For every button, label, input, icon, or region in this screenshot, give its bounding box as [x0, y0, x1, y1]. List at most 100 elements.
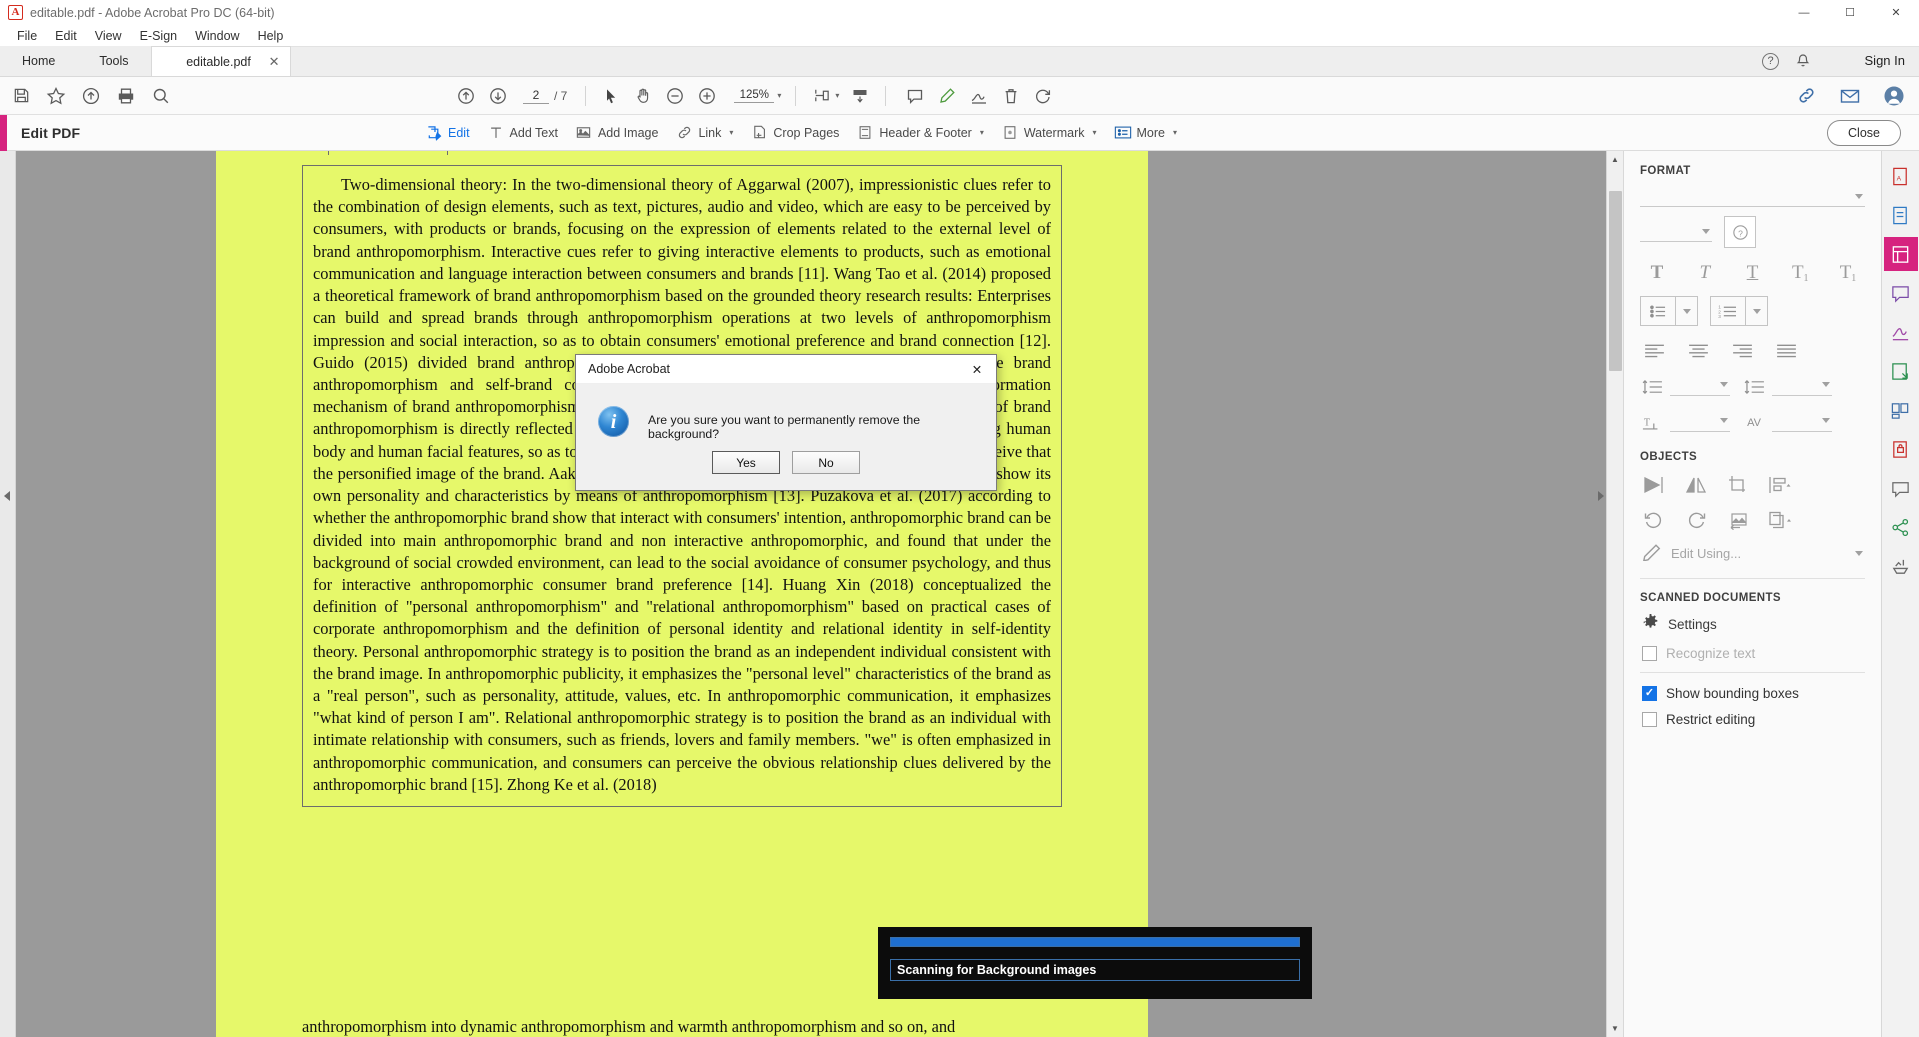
align-justify-icon[interactable] [1774, 338, 1798, 362]
crop-pages-button[interactable]: Crop Pages [750, 124, 839, 142]
expand-left-pane-icon[interactable] [4, 491, 10, 501]
subscript-icon[interactable]: T1 [1831, 258, 1865, 284]
crop-object-icon[interactable] [1726, 473, 1750, 497]
settings-item[interactable]: Settings [1642, 614, 1865, 634]
more-button[interactable]: More ▾ [1114, 124, 1177, 142]
menu-esign[interactable]: E-Sign [131, 27, 187, 45]
print-icon[interactable] [115, 85, 137, 107]
menu-file[interactable]: File [8, 27, 46, 45]
comment-rail-icon[interactable] [1884, 276, 1918, 310]
fit-page-control[interactable]: ▾ [810, 85, 839, 107]
chevron-down-icon-editusing[interactable] [1855, 551, 1863, 556]
edit-using-control[interactable]: Edit Using... [1642, 543, 1865, 564]
sign-in-button[interactable]: Sign In [1865, 53, 1905, 68]
font-size-select[interactable] [1640, 222, 1712, 242]
page-number-input[interactable] [523, 87, 549, 104]
trash-icon[interactable] [1000, 85, 1022, 107]
align-left-icon[interactable] [1642, 338, 1666, 362]
protect-icon[interactable] [1884, 432, 1918, 466]
paragraph-spacing-value[interactable] [1772, 378, 1832, 396]
flip-horizontal-icon[interactable] [1684, 473, 1708, 497]
chevron-down-icon[interactable]: ▾ [777, 91, 781, 100]
share-link-icon[interactable] [1795, 85, 1817, 107]
chevron-down-icon-wm[interactable]: ▾ [1093, 128, 1097, 137]
fill-sign-icon[interactable] [1884, 315, 1918, 349]
chevron-down-icon-more[interactable]: ▾ [1173, 128, 1177, 137]
add-image-button[interactable]: Add Image [575, 124, 658, 142]
comment-icon[interactable] [904, 85, 926, 107]
show-bounding-boxes-checkbox[interactable] [1642, 686, 1657, 701]
edit-pdf-rail-icon[interactable] [1883, 237, 1918, 271]
bullet-list-icon[interactable] [1641, 297, 1675, 325]
maximize-button[interactable]: ☐ [1827, 0, 1873, 25]
show-bounding-boxes-row[interactable]: Show bounding boxes [1642, 686, 1865, 701]
expand-right-pane-icon[interactable] [1598, 491, 1604, 501]
more-tools-icon[interactable] [1884, 549, 1918, 583]
watermark-button[interactable]: Watermark ▾ [1001, 124, 1097, 142]
header-footer-button[interactable]: Header & Footer ▾ [856, 124, 984, 142]
restrict-editing-row[interactable]: Restrict editing [1642, 712, 1865, 727]
chevron-down-icon-charspacing[interactable] [1720, 418, 1728, 423]
hand-tool-icon[interactable] [632, 85, 654, 107]
minimize-button[interactable]: — [1781, 0, 1827, 25]
character-spacing-value[interactable] [1670, 414, 1730, 432]
scroll-up-icon[interactable]: ▲ [1607, 151, 1623, 168]
align-objects-icon[interactable] [1768, 473, 1792, 497]
account-icon[interactable] [1883, 85, 1905, 107]
chevron-down-icon-size[interactable] [1702, 229, 1710, 234]
align-right-icon[interactable] [1730, 338, 1754, 362]
document-scrollbar[interactable]: ▲ ▼ [1606, 151, 1623, 1037]
document-pane[interactable]: Two-dimensional theory: In the two-dimen… [16, 151, 1623, 1037]
chevron-down-icon-wordspacing[interactable] [1822, 418, 1830, 423]
zoom-out-icon[interactable] [664, 85, 686, 107]
tab-document[interactable]: editable.pdf ✕ [150, 46, 291, 76]
export-pdf-icon[interactable]: A [1884, 159, 1918, 193]
save-icon[interactable] [10, 85, 32, 107]
star-icon[interactable] [45, 85, 67, 107]
fit-page-icon[interactable] [810, 85, 832, 107]
envelope-icon[interactable] [1839, 85, 1861, 107]
menu-view[interactable]: View [86, 27, 131, 45]
share-rail-icon[interactable] [1884, 510, 1918, 544]
page-down-icon[interactable] [487, 85, 509, 107]
bell-icon[interactable] [1795, 53, 1811, 73]
chevron-down-icon-hf[interactable]: ▾ [980, 128, 984, 137]
bullet-list-group[interactable] [1640, 296, 1698, 326]
rotate-icon[interactable] [1032, 85, 1054, 107]
word-spacing-value[interactable] [1772, 414, 1832, 432]
confirm-dialog[interactable]: Adobe Acrobat ✕ i Are you sure you want … [575, 354, 997, 491]
close-window-button[interactable]: ✕ [1873, 0, 1919, 25]
add-text-button[interactable]: Add Text [487, 124, 558, 142]
chevron-down-icon-bullets[interactable] [1675, 297, 1697, 325]
underline-icon[interactable]: T [1736, 258, 1770, 284]
highlight-pen-icon[interactable] [936, 85, 958, 107]
rotate-ccw-icon[interactable] [1642, 508, 1666, 532]
close-icon[interactable]: ✕ [958, 355, 996, 384]
numbered-list-group[interactable]: 1 2 3 [1710, 296, 1768, 326]
superscript-icon[interactable]: T1 [1783, 258, 1817, 284]
page-up-icon[interactable] [455, 85, 477, 107]
scrollbar-thumb[interactable] [1609, 191, 1622, 371]
send-review-icon[interactable] [1884, 354, 1918, 388]
word-spacing-icon[interactable]: AV [1742, 411, 1766, 435]
tab-home[interactable]: Home [0, 46, 78, 76]
menu-edit[interactable]: Edit [46, 27, 86, 45]
replace-image-icon[interactable] [1726, 508, 1750, 532]
no-button[interactable]: No [792, 451, 860, 474]
chevron-down-icon-parspacing[interactable] [1822, 382, 1830, 387]
rotate-cw-icon[interactable] [1684, 508, 1708, 532]
align-center-icon[interactable] [1686, 338, 1710, 362]
close-icon[interactable]: ✕ [269, 54, 280, 70]
recognize-text-checkbox[interactable] [1642, 646, 1657, 661]
flip-vertical-icon[interactable] [1642, 473, 1666, 497]
font-family-select[interactable] [1640, 187, 1865, 207]
bold-icon[interactable]: T [1640, 258, 1674, 284]
chevron-down-icon-numbers[interactable] [1745, 297, 1767, 325]
organize-pages-icon[interactable] [1884, 393, 1918, 427]
line-spacing-value[interactable] [1670, 378, 1730, 396]
color-picker-icon[interactable]: ? [1724, 216, 1756, 248]
chevron-down-icon-link[interactable]: ▾ [729, 128, 733, 137]
search-icon[interactable] [150, 85, 172, 107]
character-spacing-icon[interactable]: T [1640, 411, 1664, 435]
chat-icon[interactable] [1884, 471, 1918, 505]
